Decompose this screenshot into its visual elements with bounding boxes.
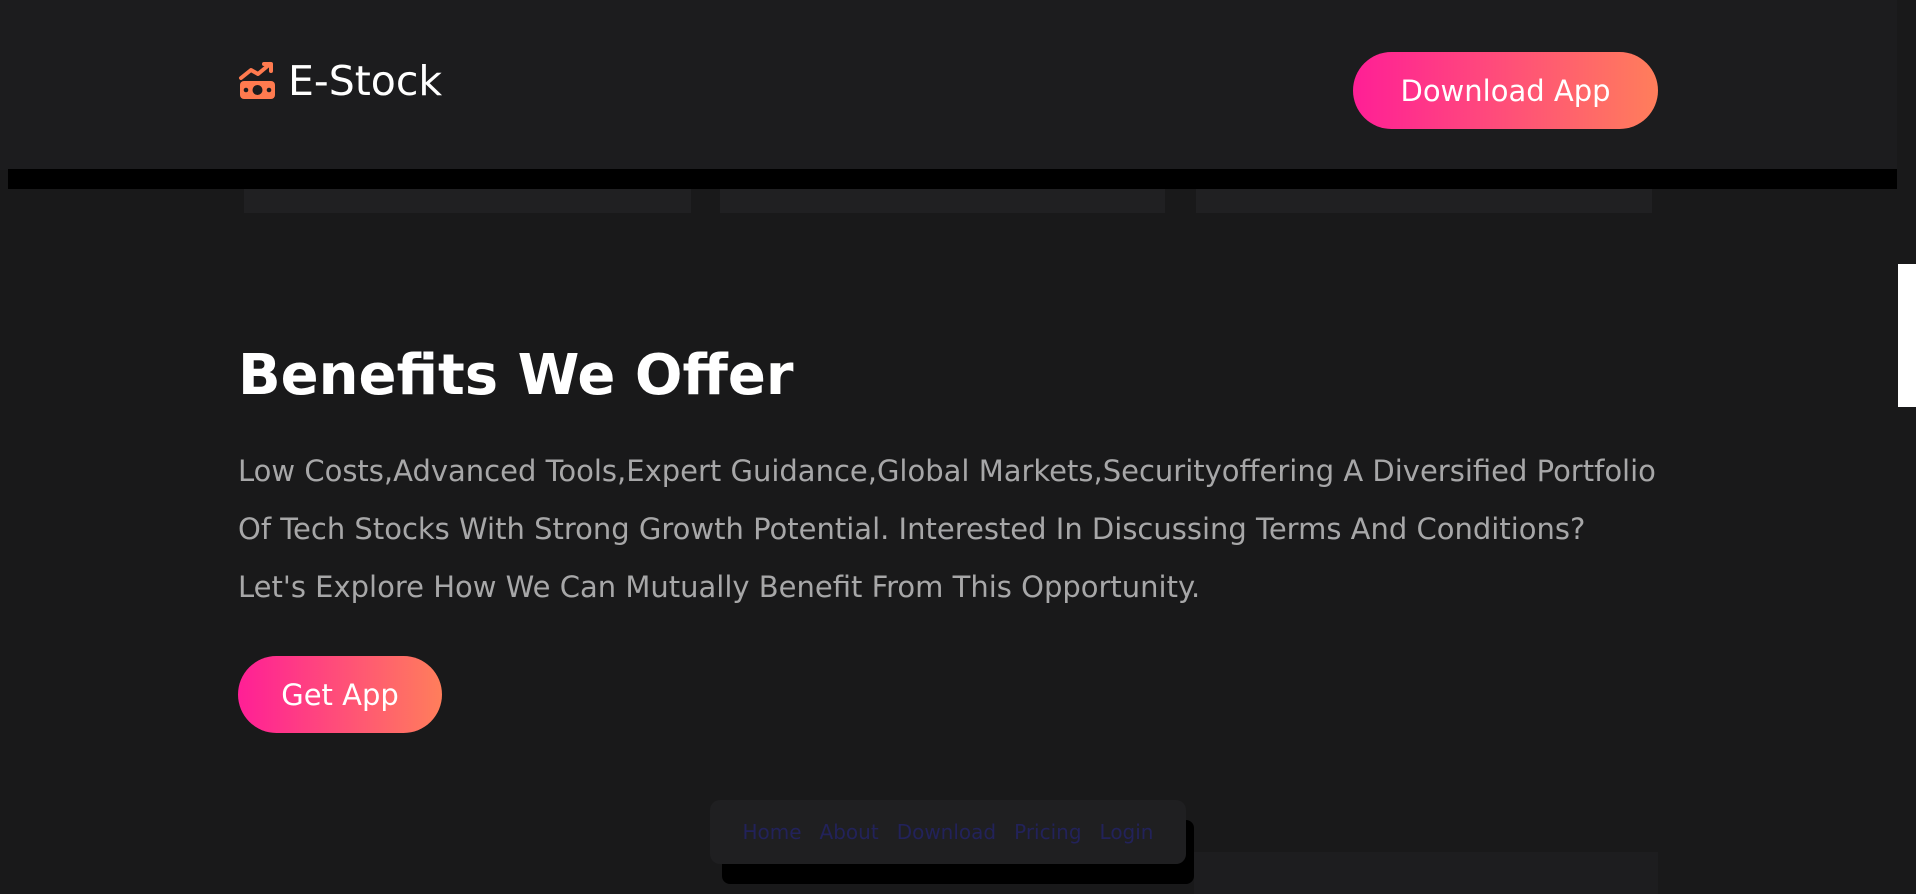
site-header: E-Stock Download App [0,0,1897,170]
nav-link-home[interactable]: Home [742,820,801,844]
benefits-description: Low Costs,Advanced Tools,Expert Guidance… [238,454,1656,604]
feature-card-strip [1196,189,1652,213]
nav-link-about[interactable]: About [820,820,879,844]
brand-logo[interactable]: E-Stock [237,56,442,106]
nav-link-login[interactable]: Login [1100,820,1154,844]
page-scrollbar-thumb[interactable] [1898,264,1916,407]
bottom-panel [1194,852,1658,894]
download-app-button[interactable]: Download App [1353,52,1658,129]
nav-link-download[interactable]: Download [897,820,996,844]
feature-card-strip [720,189,1165,213]
get-app-button[interactable]: Get App [238,656,442,733]
landing-page: E-Stock Download App Benefits We Offer L… [0,0,1916,894]
footer-navigation: Home About Download Pricing Login [710,800,1186,864]
header-shadow [8,169,1897,189]
nav-link-pricing[interactable]: Pricing [1014,820,1081,844]
benefits-title: Benefits We Offer [238,343,794,408]
brand-name: E-Stock [288,57,443,105]
chart-money-icon [239,62,275,99]
feature-card-strip [244,189,691,213]
